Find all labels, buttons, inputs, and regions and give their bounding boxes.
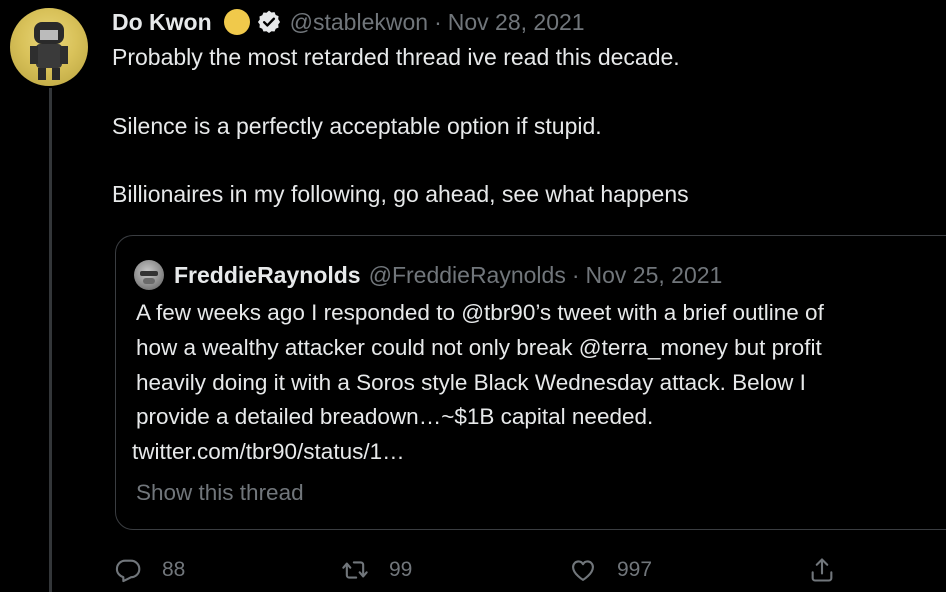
quoted-text-line: heavily doing it with a Soros style Blac… [136, 370, 806, 395]
quoted-handle[interactable]: @FreddieRaynolds [369, 262, 566, 289]
reply-icon [114, 556, 142, 584]
avatar-figure-icon [30, 22, 68, 80]
quoted-tweet-header: FreddieRaynolds @FreddieRaynolds · Nov 2… [134, 260, 722, 290]
tweet-text-line: Billionaires in my following, go ahead, … [112, 181, 689, 207]
avatar[interactable] [10, 8, 88, 86]
separator-dot: · [571, 261, 580, 288]
share-icon [808, 556, 836, 584]
quoted-text-line: how a wealthy attacker could not only br… [136, 335, 822, 360]
heart-icon [569, 556, 597, 584]
tweet-text-line: Silence is a perfectly acceptable option… [112, 113, 602, 139]
quoted-text-line: A few weeks ago I responded to @tbr90’s … [136, 300, 824, 325]
reply-count: 88 [162, 558, 186, 581]
retweet-icon [341, 556, 369, 584]
like-button[interactable]: 997 [569, 555, 652, 585]
tweet-date[interactable]: Nov 28, 2021 [448, 9, 585, 36]
separator-dot: · [434, 8, 442, 35]
quoted-link[interactable]: twitter.com/tbr90/status/1… [132, 439, 405, 465]
reply-button[interactable]: 88 [114, 555, 185, 585]
quoted-date[interactable]: Nov 25, 2021 [586, 262, 723, 289]
show-this-thread-link[interactable]: Show this thread [136, 480, 304, 506]
quoted-display-name[interactable]: FreddieRaynolds [174, 262, 361, 289]
verified-check-icon [256, 9, 282, 35]
tweet-header: Do Kwon @stablekwon · Nov 28, 2021 [112, 6, 585, 38]
retweet-count: 99 [389, 558, 413, 581]
display-name[interactable]: Do Kwon [112, 9, 212, 36]
thread-connector-line [49, 88, 52, 592]
like-count: 997 [617, 558, 653, 581]
quoted-text-line: provide a detailed breadown…~$1B capital… [136, 404, 654, 429]
gold-circle-badge-icon [223, 9, 250, 35]
share-button[interactable] [808, 555, 836, 585]
quoted-tweet-card[interactable]: FreddieRaynolds @FreddieRaynolds · Nov 2… [115, 235, 946, 530]
quoted-avatar [134, 260, 164, 290]
handle[interactable]: @stablekwon [290, 9, 428, 36]
tweet-text-line: Probably the most retarded thread ive re… [112, 44, 680, 70]
retweet-button[interactable]: 99 [341, 555, 412, 585]
